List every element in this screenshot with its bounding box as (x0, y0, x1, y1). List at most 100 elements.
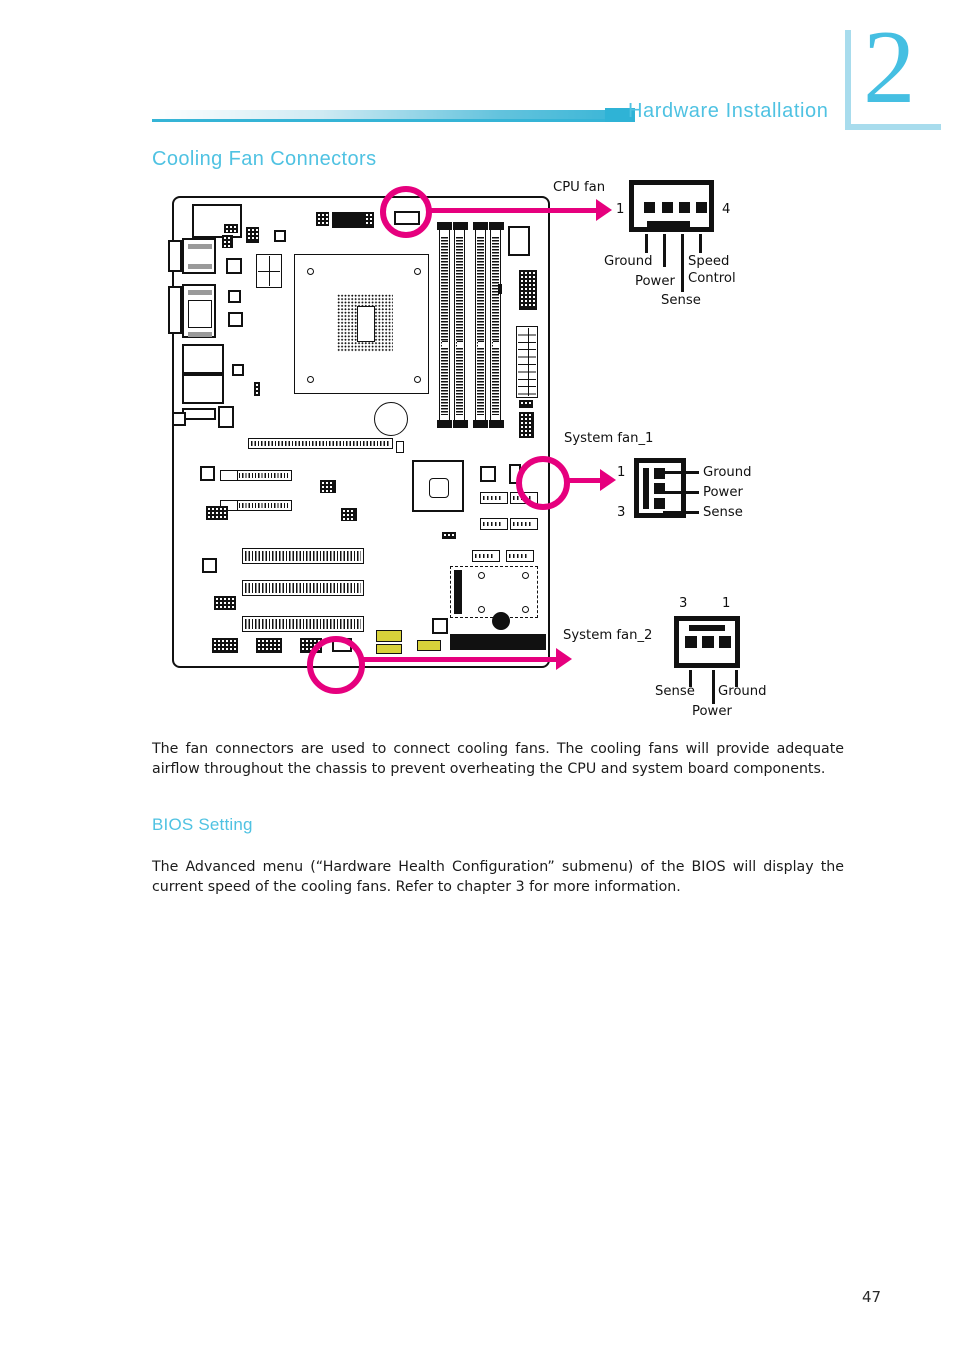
system-fan-2-arrow (556, 648, 572, 670)
vga-port-inner (188, 300, 212, 328)
atx-power-cells (518, 328, 536, 396)
system-fan-1-pin-square-1 (654, 468, 665, 479)
sata-port-6 (506, 550, 534, 562)
system-fan-1-signal-power: Power (703, 485, 743, 500)
system-fan-1-signal-ground: Ground (703, 465, 752, 480)
slot-teeth (245, 619, 361, 629)
pin-header-right-1 (519, 400, 533, 408)
socket-screw-1 (307, 268, 314, 275)
port-shade-4 (188, 332, 212, 337)
system-fan-1-tick-ground (663, 471, 699, 474)
audio-jack-block (182, 408, 216, 420)
jumper-block-1 (376, 630, 402, 642)
cpu-fan-signal-ground: Ground (604, 254, 653, 269)
dimm-teeth (477, 237, 484, 415)
cpu-fan-pin-square-2 (662, 202, 673, 213)
jumper-block-2 (376, 644, 402, 654)
system-fan-2-signal-ground: Ground (718, 684, 767, 699)
system-fan-2-tick-power (712, 670, 715, 704)
cpu-fan-pin-square-4 (696, 202, 707, 213)
system-fan-1-pin-1: 1 (617, 465, 626, 480)
system-fan-1-signal-sense: Sense (703, 505, 743, 520)
dimm-clip (473, 420, 488, 428)
jumper-block-3 (417, 640, 441, 651)
system-fan-1-pin-square-3 (654, 498, 665, 509)
slot-teeth (239, 473, 289, 478)
header-rule-solid (152, 119, 634, 122)
chapter-bracket-vertical (845, 30, 851, 130)
system-fan-2-signal-power: Power (692, 704, 732, 719)
slot-teeth (245, 551, 361, 561)
sata-port-4 (510, 518, 538, 530)
cpu-fan-pin-square-3 (679, 202, 690, 213)
pcie-x1-slot-1-tail (220, 470, 238, 481)
cpu-power-cells (258, 256, 280, 286)
cpu-fan-pin-4: 4 (722, 202, 731, 217)
pin-header-left (254, 382, 260, 396)
socket-screw-2 (414, 268, 421, 275)
sata-teeth (475, 554, 494, 558)
system-fan-1-pin-3: 3 (617, 505, 626, 520)
pin-header-right-2 (519, 412, 534, 438)
dimm-clip (437, 420, 452, 428)
pin-header-top-5 (364, 212, 374, 226)
system-fan-2-pin-square-1 (719, 636, 731, 648)
capacitor-2 (228, 290, 241, 303)
dimm-slot-2 (454, 228, 465, 424)
capacitor-6 (202, 558, 217, 573)
dimm-clip (453, 420, 468, 428)
system-fan-2-connector (674, 616, 740, 668)
atx-power-connector (516, 326, 538, 398)
motherboard-diagram (168, 196, 550, 668)
page-title: Cooling Fan Connectors (152, 148, 377, 170)
capacitor-3 (228, 312, 243, 327)
highlight-circle-system-fan-1 (516, 456, 570, 510)
header-gradient-rule (152, 110, 634, 119)
paragraph-bios-setting: The Advanced menu (“Hardware Health Conf… (152, 859, 844, 895)
sata-port-3 (480, 518, 508, 530)
slot-teeth (251, 441, 390, 446)
system-fan-2-label: System fan_2 (563, 628, 653, 643)
system-fan-1-tick-power (663, 491, 699, 494)
smd-component-1 (274, 230, 286, 242)
cpu-fan-tick-sense (681, 234, 684, 292)
pin-header-mid-3 (442, 532, 456, 539)
usb-header-1 (256, 638, 282, 653)
buzzer (492, 612, 510, 630)
page-number: 47 (862, 1288, 882, 1306)
pin-header-top-3 (246, 227, 259, 243)
cpu-fan-tick-power (663, 234, 666, 267)
paragraph-fan-connectors: The fan connectors are used to connect c… (152, 741, 844, 777)
dimm-teeth (441, 237, 448, 415)
dimm-slot-4 (490, 228, 501, 424)
front-audio-header (212, 638, 238, 653)
expansion-slot-long (248, 438, 393, 449)
system-fan-2-pin-1: 1 (722, 596, 731, 611)
cpu-fan-leader-line (430, 208, 608, 213)
cpu-fan-label: CPU fan (553, 180, 606, 195)
system-fan-2-pin-3: 3 (679, 596, 688, 611)
dimm-teeth (492, 237, 499, 415)
usb-stack-1 (182, 344, 224, 374)
system-fan-2-keying-notch (689, 625, 725, 631)
pin-header-top-4 (316, 212, 329, 226)
chapter-marker: 2 (845, 14, 945, 140)
dimm-clip (489, 222, 504, 230)
cpu-fan-signal-speed-line1: Speed (688, 254, 730, 269)
pin-header-mid-1 (320, 480, 336, 493)
port-shade-1 (188, 244, 212, 249)
module-screw-3 (478, 606, 485, 613)
dimm-notch (492, 341, 499, 349)
sata-teeth (483, 522, 502, 526)
slot-teeth (239, 503, 289, 508)
dimm-clip (453, 222, 468, 230)
pcie-x1-slot-2 (236, 500, 292, 511)
system-fan-2-pin-square-3 (685, 636, 697, 648)
dimm-clip (473, 222, 488, 230)
dimm-notch (477, 341, 484, 349)
dimm-clip (489, 420, 504, 428)
sata-teeth (513, 522, 532, 526)
dimm-teeth (456, 237, 463, 415)
manual-page: Hardware Installation 2 Cooling Fan Conn… (0, 0, 954, 1350)
sata-teeth (509, 554, 528, 558)
